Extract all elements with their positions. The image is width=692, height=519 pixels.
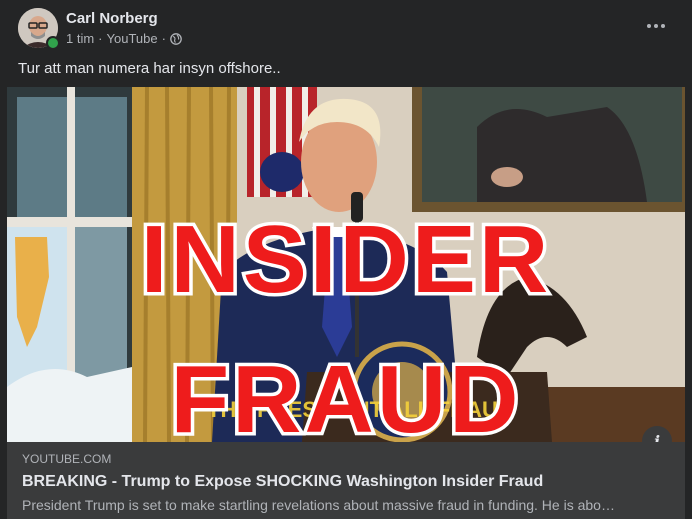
more-dot xyxy=(647,24,651,28)
thumbnail-image: THE PRESIDENT ALL FRAUD INSIDER FRAUD xyxy=(7,87,685,442)
post-source: YouTube xyxy=(106,31,158,46)
post-time[interactable]: 1 tim xyxy=(66,31,94,46)
link-domain: YOUTUBE.COM xyxy=(22,452,112,466)
overlay-text-insider: INSIDER xyxy=(141,206,551,313)
more-options-icon[interactable] xyxy=(640,10,672,42)
meta-separator: · xyxy=(98,31,103,46)
more-dot xyxy=(654,24,658,28)
video-thumbnail[interactable]: THE PRESIDENT ALL FRAUD INSIDER FRAUD xyxy=(7,87,685,442)
link-title[interactable]: BREAKING - Trump to Expose SHOCKING Wash… xyxy=(22,473,543,491)
globe-icon[interactable] xyxy=(170,32,182,45)
feed-post: Carl Norberg 1 tim · YouTube · Tur att m… xyxy=(0,0,692,519)
post-meta: 1 tim · YouTube · xyxy=(66,31,182,46)
overlay-text-fraud: FRAUD xyxy=(171,346,522,442)
post-text: Tur att man numera har insyn offshore.. xyxy=(18,60,281,77)
link-description: President Trump is set to make startling… xyxy=(22,497,615,513)
link-preview[interactable]: YOUTUBE.COM BREAKING - Trump to Expose S… xyxy=(7,442,685,519)
author-name[interactable]: Carl Norberg xyxy=(66,10,158,27)
meta-separator-2: · xyxy=(161,31,166,46)
online-status-dot xyxy=(46,36,60,50)
more-dot xyxy=(661,24,665,28)
